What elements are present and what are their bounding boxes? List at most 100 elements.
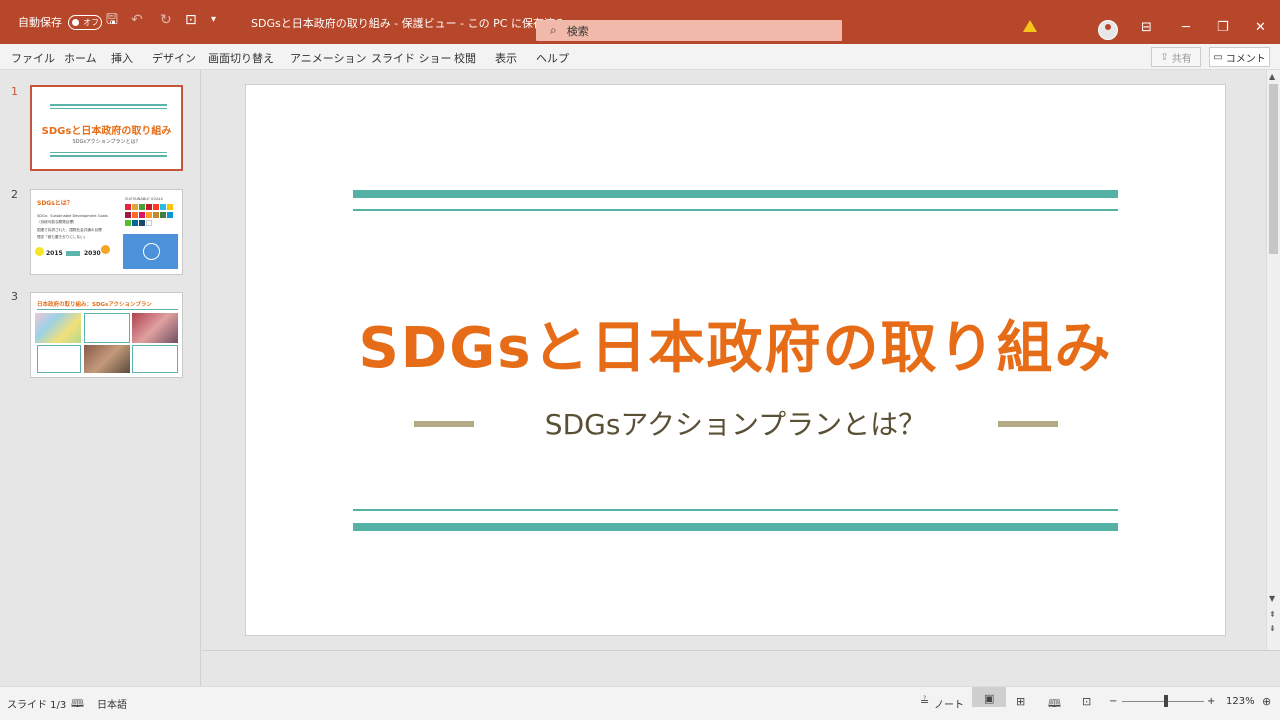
minimize-icon[interactable]: ─ [1182, 20, 1190, 35]
tab-help[interactable]: ヘルプ [536, 50, 569, 66]
thumb3-title: 日本政府の取り組み：SDGsアクションプラン [37, 302, 152, 308]
vertical-scrollbar[interactable]: ▲ ▼ ⇞ ⇟ [1266, 70, 1280, 650]
thumb3-text-box-top [84, 313, 130, 343]
tab-review[interactable]: 校閲 [454, 50, 476, 66]
fit-to-window-icon[interactable]: ⊕ [1262, 695, 1271, 708]
thumb2-sdg-goals-grid: SUSTAINABLE GOALS [123, 197, 178, 232]
thumb3-illustration [35, 313, 81, 343]
language-indicator[interactable]: 日本語 [97, 696, 127, 711]
notes-label[interactable]: ノート [934, 696, 964, 711]
sdg-cell [153, 212, 159, 218]
tab-home[interactable]: ホーム [64, 50, 97, 66]
accessibility-icon[interactable]: 🕮 [71, 695, 84, 714]
sdg-cell [132, 220, 138, 226]
scroll-up-icon[interactable]: ▲ [1269, 72, 1275, 81]
sdg-cell [167, 212, 173, 218]
thumb1-subtitle: SDGsアクションプランとは？ [72, 139, 141, 145]
status-bar: スライド 1/3 🕮 日本語 ≟ ノート ▣ ⊞ 🕮 ⊡ − + 123% ⊕ [0, 686, 1280, 720]
comments-button[interactable]: ▭ コメント [1209, 47, 1270, 67]
thumb3-photo-bottom [84, 345, 130, 373]
share-icon: ⇪ [1160, 51, 1169, 63]
warning-icon[interactable] [1023, 20, 1037, 32]
tab-file[interactable]: ファイル [11, 50, 55, 66]
thumb3-text-box-right [132, 345, 178, 373]
zoom-slider-knob[interactable] [1164, 695, 1168, 707]
thumb3-text-box-left [37, 345, 81, 373]
slide-top-thin-line [353, 209, 1118, 211]
ribbon-display-options-icon[interactable]: ⊟ [1141, 20, 1152, 35]
slide-thumbnail-panel[interactable]: 1 SDGsと日本政府の取り組み SDGsアクションプランとは？ 2 SDGsと… [0, 70, 201, 686]
tab-transitions[interactable]: 画面切り替え [208, 50, 274, 66]
thumb2-year-to: 2030 [84, 250, 101, 257]
tab-slideshow[interactable]: スライド ショー [371, 50, 452, 66]
reading-view-icon[interactable]: 🕮 [1048, 695, 1061, 714]
thumb2-arrow [66, 251, 80, 256]
search-icon: ⌕ [550, 23, 557, 37]
sdg-cell [139, 204, 145, 210]
notes-area[interactable] [202, 650, 1280, 686]
slide-thumbnail-2[interactable]: SDGsとは？ SDGs：Sustainable Development Goa… [30, 189, 183, 275]
thumb2-un-emblem [123, 234, 178, 269]
zoom-level[interactable]: 123% [1226, 696, 1255, 707]
title-bar: 自動保存 オフ 🖫 ↶ ↻ ⊡ ▾ SDGsと日本政府の取り組み - 保護ビュー… [0, 0, 1280, 44]
document-title: SDGsと日本政府の取り組み - 保護ビュー - この PC に保存済み [251, 17, 566, 30]
thumb2-line-1: SDGs：Sustainable Development Goals [37, 214, 108, 218]
thumb1-bottom-line [50, 155, 167, 157]
share-label: 共有 [1171, 53, 1192, 65]
slide-title[interactable]: SDGsと日本政府の取り組み [246, 303, 1225, 384]
slide-subtitle[interactable]: SDGsアクションプランとは？ [246, 403, 1225, 443]
sdg-cell [153, 204, 159, 210]
account-avatar-icon[interactable] [1098, 20, 1118, 40]
notes-icon[interactable]: ≟ [920, 695, 929, 708]
start-slideshow-icon[interactable]: ⊡ [185, 12, 197, 28]
undo-icon[interactable]: ↶ [131, 12, 143, 28]
search-placeholder: 検索 [566, 24, 589, 38]
sdg-cell [167, 204, 173, 210]
thumb1-top-line [50, 104, 167, 106]
current-slide[interactable]: SDGsと日本政府の取り組み SDGsアクションプランとは？ [245, 84, 1226, 636]
customize-qat-icon[interactable]: ▾ [211, 12, 216, 28]
sdg-cell [132, 212, 138, 218]
thumb1-bottom-thin-line [50, 152, 167, 153]
previous-slide-icon[interactable]: ⇞ [1269, 610, 1276, 619]
thumb1-title: SDGsと日本政府の取り組み [41, 126, 172, 137]
zoom-slider-track[interactable] [1122, 701, 1204, 702]
slide-thumbnail-1[interactable]: SDGsと日本政府の取り組み SDGsアクションプランとは？ [30, 85, 183, 171]
next-slide-icon[interactable]: ⇟ [1269, 624, 1276, 633]
thumb2-line-4: 理念「誰も置き去りにしない」 [37, 235, 88, 239]
thumb1-top-thin-line [50, 108, 167, 109]
tab-animations[interactable]: アニメーション [290, 50, 367, 66]
comment-label: コメント [1225, 53, 1266, 65]
scroll-down-icon[interactable]: ▼ [1269, 594, 1275, 603]
sdg-cell [125, 220, 131, 226]
share-button[interactable]: ⇪ 共有 [1151, 47, 1201, 67]
thumb2-year-from: 2015 [46, 250, 63, 257]
slideshow-view-icon[interactable]: ⊡ [1082, 695, 1091, 708]
autosave-toggle[interactable]: オフ [68, 14, 102, 30]
close-icon[interactable]: ✕ [1255, 20, 1266, 35]
scrollbar-thumb[interactable] [1269, 84, 1278, 254]
zoom-in-icon[interactable]: + [1207, 696, 1215, 707]
save-icon[interactable]: 🖫 [106, 12, 118, 28]
thumb2-title: SDGsとは？ [37, 200, 73, 207]
normal-view-button[interactable]: ▣ [972, 687, 1006, 707]
zoom-out-icon[interactable]: − [1109, 696, 1117, 707]
search-box[interactable]: ⌕ 検索 [536, 20, 842, 41]
subtitle-dash-right [998, 421, 1058, 427]
slide-sorter-view-icon[interactable]: ⊞ [1016, 695, 1025, 708]
tab-view[interactable]: 表示 [495, 50, 517, 66]
ribbon-tabs: ファイル ホーム 挿入 デザイン 画面切り替え アニメーション スライド ショー… [0, 44, 1280, 70]
restore-icon[interactable]: ❐ [1217, 20, 1229, 35]
tab-insert[interactable]: 挿入 [111, 50, 133, 66]
slide-indicator: スライド 1/3 [7, 700, 67, 711]
thumb3-title-underline [37, 309, 178, 310]
autosave-control[interactable]: 自動保存 オフ [18, 14, 102, 30]
thumb2-line-2: （持続可能な開発目標） [37, 220, 77, 224]
sdg-cell [160, 204, 166, 210]
slide-thumbnail-3[interactable]: 日本政府の取り組み：SDGsアクションプラン [30, 292, 183, 378]
slide-bottom-thick-line [353, 523, 1118, 531]
tab-design[interactable]: デザイン [152, 50, 196, 66]
redo-icon[interactable]: ↻ [160, 12, 172, 28]
sdg-cell [146, 212, 152, 218]
thumb2-dot-right [101, 245, 110, 254]
